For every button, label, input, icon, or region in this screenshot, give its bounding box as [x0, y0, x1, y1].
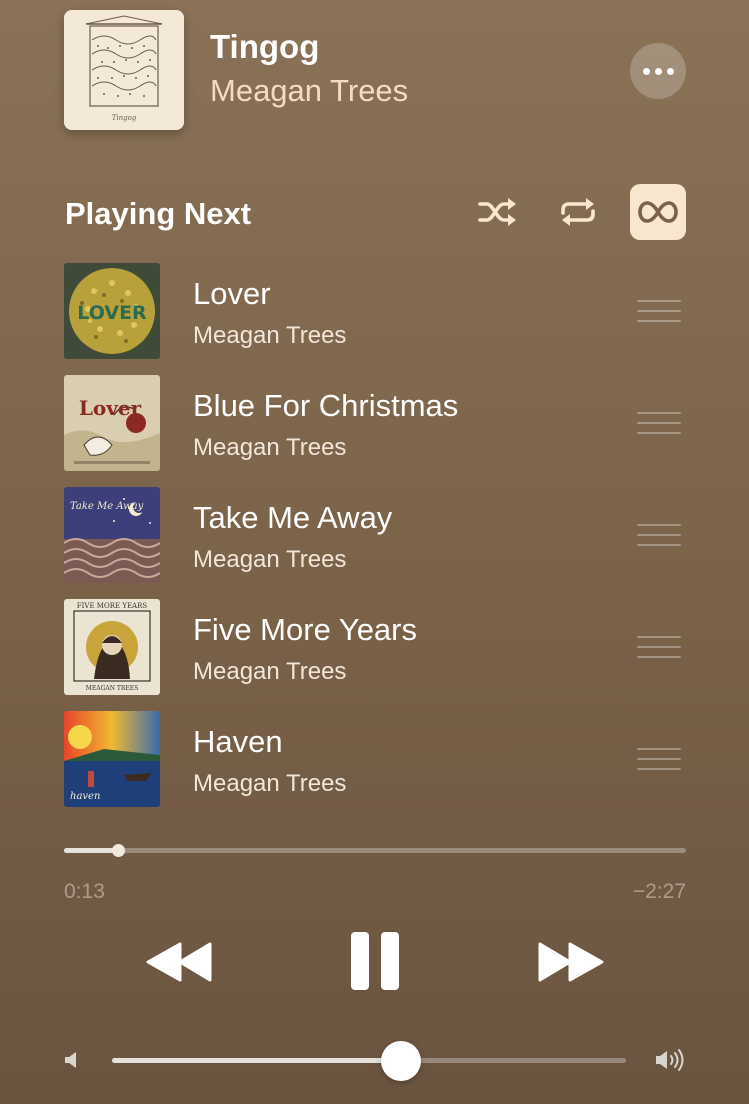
- ellipsis-icon-dot: [666, 67, 674, 75]
- queue-item-artwork[interactable]: Lover: [64, 375, 160, 471]
- now-playing-title: Tingog: [210, 28, 320, 65]
- queue-item-title[interactable]: Lover: [193, 276, 271, 312]
- speaker-high-icon: [654, 1047, 688, 1073]
- elapsed-time: 0:13: [64, 880, 105, 903]
- queue-item-artwork[interactable]: Take Me Away: [64, 487, 160, 583]
- queue-item-artist: Meagan Trees: [193, 770, 347, 797]
- queue-item-title[interactable]: Blue For Christmas: [193, 388, 458, 424]
- playing-next-heading: Playing Next: [65, 196, 252, 231]
- fast-forward-icon: [538, 942, 604, 982]
- ellipsis-icon: [642, 67, 650, 75]
- now-playing-artwork[interactable]: Tingog: [64, 10, 184, 130]
- volume-slider[interactable]: [112, 1041, 626, 1081]
- queue-art-text: FIVE MORE YEARS: [77, 602, 148, 610]
- shuffle-button[interactable]: [469, 184, 525, 240]
- pause-button[interactable]: [340, 925, 410, 997]
- queue-item-artwork[interactable]: FIVE MORE YEARS MEAGAN TREES: [64, 599, 160, 695]
- queue-art-text: haven: [70, 791, 100, 802]
- playback-progress-slider[interactable]: [64, 844, 686, 857]
- remaining-time: −2:27: [632, 880, 686, 903]
- queue-item-title[interactable]: Haven: [193, 724, 283, 760]
- repeat-icon: [561, 198, 595, 226]
- queue-art-text: Take Me Away: [70, 501, 144, 512]
- shuffle-icon: [478, 198, 516, 226]
- fast-forward-button[interactable]: [530, 930, 610, 994]
- rewind-icon: [146, 942, 212, 982]
- queue-item-artwork[interactable]: haven: [64, 711, 160, 807]
- queue-item-artwork[interactable]: LOVER: [64, 263, 160, 359]
- queue-item-artist: Meagan Trees: [193, 434, 347, 461]
- queue-art-subtext: MEAGAN TREES: [86, 685, 139, 692]
- now-playing-artist[interactable]: Meagan Trees: [210, 73, 408, 109]
- progress-knob[interactable]: [112, 844, 126, 857]
- progress-fill: [64, 848, 119, 853]
- volume-fill: [112, 1058, 402, 1063]
- now-playing-art-text: Tingog: [112, 114, 137, 122]
- reorder-handle-icon[interactable]: [637, 300, 681, 322]
- rewind-button[interactable]: [140, 930, 220, 994]
- pause-icon: [351, 932, 399, 990]
- reorder-handle-icon[interactable]: [637, 412, 681, 434]
- reorder-handle-icon[interactable]: [637, 748, 681, 770]
- volume-knob[interactable]: [381, 1041, 422, 1081]
- speaker-low-icon: [62, 1049, 82, 1071]
- infinity-icon: [638, 201, 678, 223]
- queue-item-artist: Meagan Trees: [193, 658, 347, 685]
- reorder-handle-icon[interactable]: [637, 636, 681, 658]
- autoplay-button[interactable]: [630, 184, 686, 240]
- queue-art-text: Lover: [79, 396, 142, 420]
- queue-item-artist: Meagan Trees: [193, 546, 347, 573]
- reorder-handle-icon[interactable]: [637, 524, 681, 546]
- queue-art-text: LOVER: [77, 302, 147, 324]
- queue-item-artist: Meagan Trees: [193, 322, 347, 349]
- repeat-button[interactable]: [550, 184, 606, 240]
- ellipsis-icon-dot: [654, 67, 662, 75]
- queue-item-title[interactable]: Five More Years: [193, 612, 417, 648]
- more-options-button[interactable]: [630, 43, 686, 99]
- queue-item-title[interactable]: Take Me Away: [193, 500, 392, 536]
